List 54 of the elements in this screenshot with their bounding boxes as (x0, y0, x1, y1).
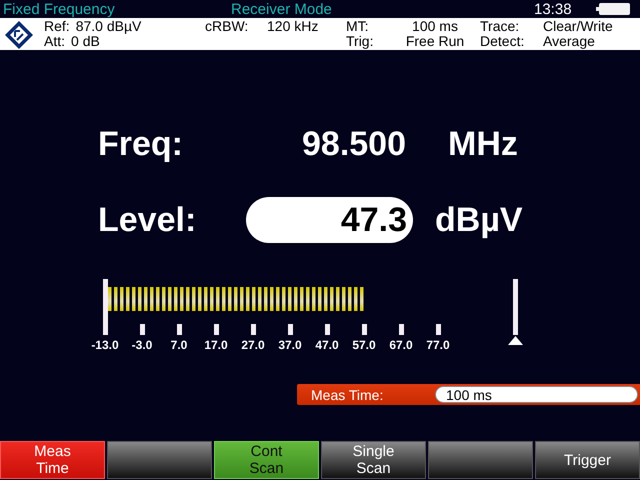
clock: 13:38 (534, 0, 573, 18)
scale-tick (251, 324, 256, 335)
scale-label: 7.0 (170, 338, 188, 350)
scale-tick (177, 324, 182, 335)
softkey[interactable]: Single Scan (321, 441, 426, 479)
scale-label: 77.0 (426, 338, 450, 350)
level-value: 47.3 (246, 197, 413, 243)
info-label: Att: (44, 34, 66, 49)
mode-label: Fixed Frequency (3, 0, 116, 18)
scale-tick (362, 324, 367, 335)
scale-tick (436, 324, 441, 335)
scale-label: -13.0 (91, 338, 119, 350)
softkey[interactable] (428, 441, 533, 479)
scale-label: 27.0 (241, 338, 265, 350)
scale-label: 37.0 (278, 338, 302, 350)
info-label: Trace: (480, 19, 520, 34)
info-value: Free Run (404, 34, 466, 49)
level-unit: dBµV (435, 200, 523, 240)
info-value: Average (543, 34, 595, 49)
info-value: 87.0 dBµV (76, 19, 142, 34)
info-label: Ref: (44, 19, 70, 34)
softkey[interactable] (107, 441, 212, 479)
scale-label: 57.0 (352, 338, 376, 350)
softkey[interactable]: Meas Time (0, 441, 105, 479)
freq-unit: MHz (448, 124, 518, 164)
info-label: Detect: (480, 34, 526, 49)
scale-label: 47.0 (315, 338, 339, 350)
info-label: MT: (346, 19, 370, 34)
triangle-icon (508, 336, 523, 345)
entry-label: Meas Time: (311, 386, 384, 402)
softkey[interactable]: Trigger (535, 441, 640, 479)
scale-tick (214, 324, 219, 335)
freq-value: 98.500 (301, 124, 406, 164)
scale-label: 67.0 (389, 338, 413, 350)
info-label: Trig: (346, 34, 374, 49)
scale-tick (140, 324, 145, 335)
scale-start-marker (103, 279, 108, 335)
info-value: Clear/Write (543, 19, 613, 34)
max-marker (513, 279, 518, 335)
level-label: Level: (98, 200, 198, 240)
scale-label: -3.0 (132, 338, 152, 350)
input-field[interactable]: 100 ms (435, 386, 638, 403)
window-title: Receiver Mode (231, 0, 333, 18)
scale-tick (399, 324, 404, 335)
info-value: 100 ms (411, 19, 459, 34)
softkey[interactable]: Cont Scan (214, 441, 319, 479)
freq-label: Freq: (98, 124, 184, 164)
battery-icon (596, 3, 630, 15)
scale-label: 17.0 (204, 338, 228, 350)
scale-tick (325, 324, 330, 335)
info-label: cRBW: (205, 19, 250, 34)
info-value: 0 dB (71, 34, 100, 49)
info-value: 120 kHz (267, 19, 318, 34)
scale-tick (288, 324, 293, 335)
